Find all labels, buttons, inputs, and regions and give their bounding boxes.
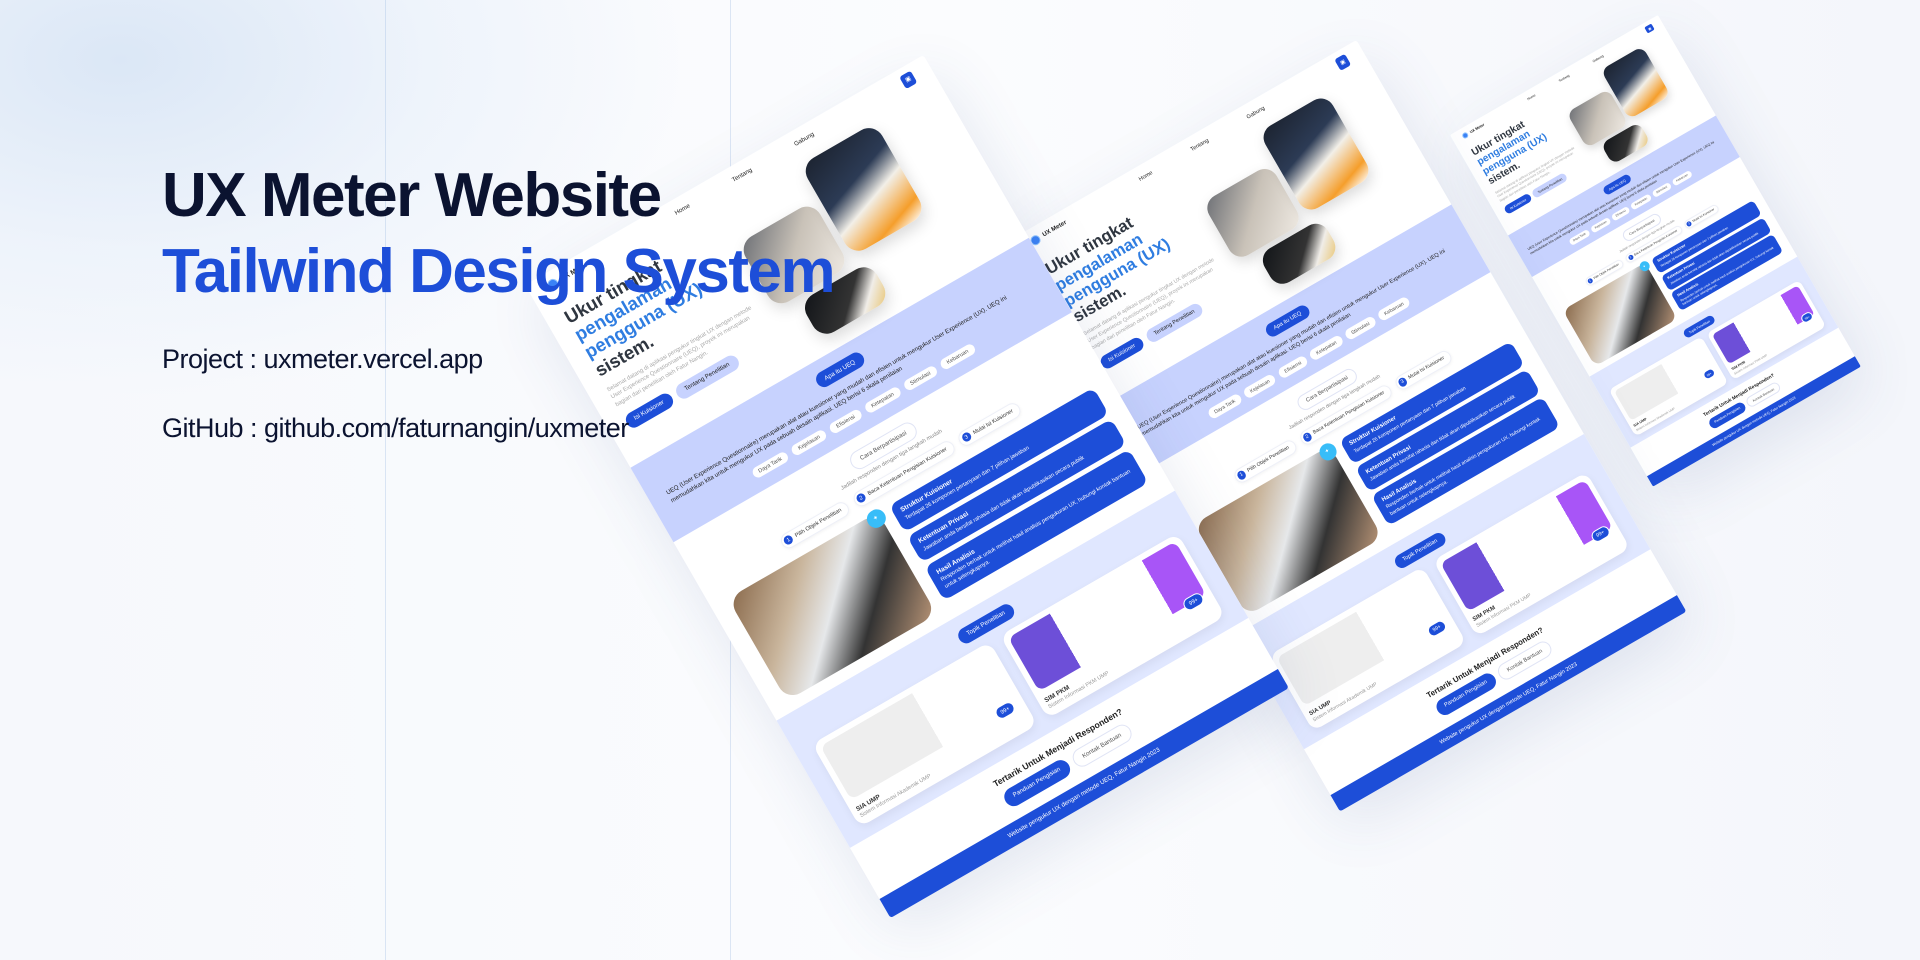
nav-home[interactable]: Home [1138,170,1154,183]
subtitle: Tailwind Design System [162,237,836,306]
ai-chat-icon: ✦ [1316,440,1340,464]
decor-line [385,0,386,960]
ai-chat-icon: ✦ [863,506,889,532]
nav-gabung[interactable]: Gabung [1246,105,1266,120]
ai-chat-icon: ✦ [1637,259,1652,274]
logo-text: UX Meter [1041,219,1068,239]
promo-text: UX Meter Website Tailwind Design System … [162,158,836,444]
project-link[interactable]: Project : uxmeter.vercel.app [162,344,834,375]
github-link[interactable]: GitHub : github.com/faturnangin/uxmeter [162,413,834,444]
nav-home[interactable]: Home [1526,93,1536,101]
nav-gabung[interactable]: Gabung [793,131,816,148]
gauge-icon [1461,130,1470,140]
nav-gabung[interactable]: Gabung [1592,54,1604,64]
nav-tentang[interactable]: Tentang [1558,73,1570,83]
nav-tentang[interactable]: Tentang [1190,137,1210,152]
title: UX Meter Website [162,161,662,230]
